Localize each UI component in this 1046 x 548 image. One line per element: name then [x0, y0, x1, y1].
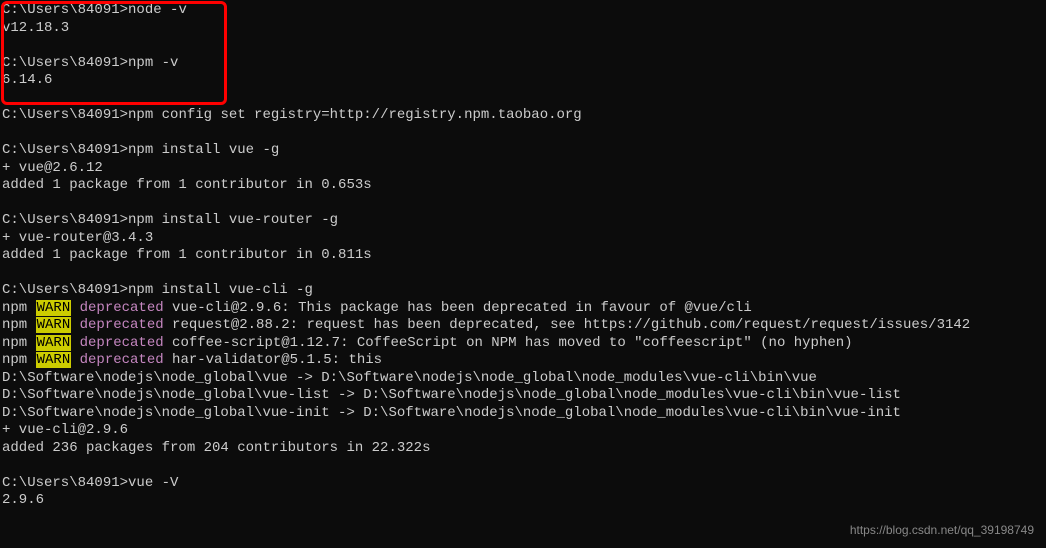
- warn-line: npm WARN deprecated coffee-script@1.12.7…: [2, 335, 1044, 353]
- prompt-path: C:\Users\84091>: [2, 142, 128, 158]
- command-text: npm -v: [128, 55, 178, 71]
- prompt-path: C:\Users\84091>: [2, 2, 128, 18]
- command-text: npm install vue-cli -g: [128, 282, 313, 298]
- output-line: v12.18.3: [2, 20, 1044, 38]
- prompt-line: C:\Users\84091>vue -V: [2, 475, 1044, 493]
- warn-message: har-validator@5.1.5: this: [164, 352, 382, 368]
- deprecated-label: deprecated: [71, 317, 163, 333]
- output-line: + vue-cli@2.9.6: [2, 422, 1044, 440]
- prompt-line: C:\Users\84091>npm config set registry=h…: [2, 107, 1044, 125]
- npm-prefix: npm: [2, 317, 36, 333]
- npm-prefix: npm: [2, 352, 36, 368]
- warn-line: npm WARN deprecated request@2.88.2: requ…: [2, 317, 1044, 335]
- warn-line: npm WARN deprecated vue-cli@2.9.6: This …: [2, 300, 1044, 318]
- blank-line: [2, 125, 1044, 143]
- output-line: + vue@2.6.12: [2, 160, 1044, 178]
- warn-line: npm WARN deprecated har-validator@5.1.5:…: [2, 352, 1044, 370]
- deprecated-label: deprecated: [71, 300, 163, 316]
- prompt-path: C:\Users\84091>: [2, 55, 128, 71]
- prompt-line: C:\Users\84091>node -v: [2, 2, 1044, 20]
- output-line: added 1 package from 1 contributor in 0.…: [2, 247, 1044, 265]
- output-line: 2.9.6: [2, 492, 1044, 510]
- prompt-line: C:\Users\84091>npm install vue-cli -g: [2, 282, 1044, 300]
- prompt-path: C:\Users\84091>: [2, 475, 128, 491]
- blank-line: [2, 265, 1044, 283]
- command-text: npm config set registry=http://registry.…: [128, 107, 582, 123]
- output-line: D:\Software\nodejs\node_global\vue -> D:…: [2, 370, 1044, 388]
- prompt-line: C:\Users\84091>npm -v: [2, 55, 1044, 73]
- blank-line: [2, 90, 1044, 108]
- deprecated-label: deprecated: [71, 352, 163, 368]
- output-line: 6.14.6: [2, 72, 1044, 90]
- output-line: D:\Software\nodejs\node_global\vue-list …: [2, 387, 1044, 405]
- output-line: added 1 package from 1 contributor in 0.…: [2, 177, 1044, 195]
- warn-badge: WARN: [36, 317, 72, 333]
- warn-badge: WARN: [36, 352, 72, 368]
- output-line: + vue-router@3.4.3: [2, 230, 1044, 248]
- command-text: vue -V: [128, 475, 178, 491]
- warn-badge: WARN: [36, 300, 72, 316]
- command-text: npm install vue -g: [128, 142, 279, 158]
- npm-prefix: npm: [2, 300, 36, 316]
- command-text: npm install vue-router -g: [128, 212, 338, 228]
- prompt-line: C:\Users\84091>npm install vue-router -g: [2, 212, 1044, 230]
- output-line: D:\Software\nodejs\node_global\vue-init …: [2, 405, 1044, 423]
- warn-message: request@2.88.2: request has been depreca…: [164, 317, 971, 333]
- terminal-content[interactable]: C:\Users\84091>node -v v12.18.3 C:\Users…: [2, 2, 1044, 510]
- npm-prefix: npm: [2, 335, 36, 351]
- command-text: node -v: [128, 2, 187, 18]
- watermark-text: https://blog.csdn.net/qq_39198749: [850, 523, 1034, 538]
- warn-message: coffee-script@1.12.7: CoffeeScript on NP…: [164, 335, 853, 351]
- prompt-path: C:\Users\84091>: [2, 282, 128, 298]
- blank-line: [2, 457, 1044, 475]
- warn-message: vue-cli@2.9.6: This package has been dep…: [164, 300, 752, 316]
- warn-badge: WARN: [36, 335, 72, 351]
- blank-line: [2, 37, 1044, 55]
- prompt-line: C:\Users\84091>npm install vue -g: [2, 142, 1044, 160]
- output-line: added 236 packages from 204 contributors…: [2, 440, 1044, 458]
- deprecated-label: deprecated: [71, 335, 163, 351]
- prompt-path: C:\Users\84091>: [2, 107, 128, 123]
- prompt-path: C:\Users\84091>: [2, 212, 128, 228]
- blank-line: [2, 195, 1044, 213]
